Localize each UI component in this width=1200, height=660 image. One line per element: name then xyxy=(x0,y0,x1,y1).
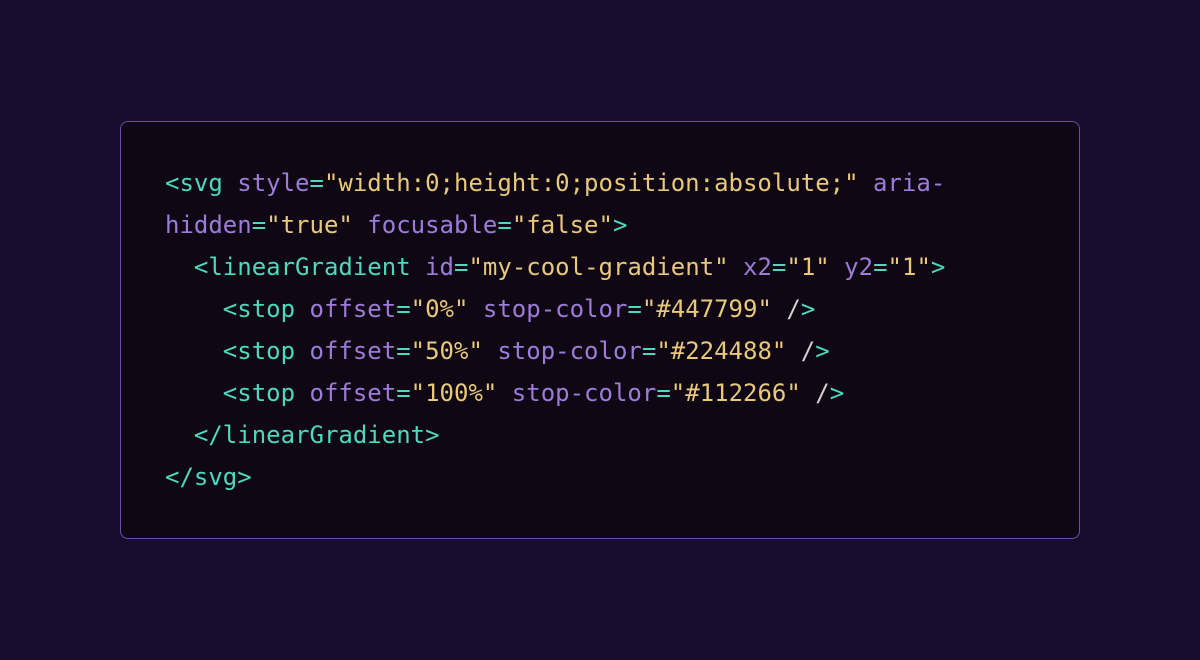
tag-stop-open: <stop xyxy=(223,295,295,323)
self-close-slash: / xyxy=(772,295,801,323)
val-x2: "1" xyxy=(786,253,829,281)
punct: = xyxy=(454,253,468,281)
punct: = xyxy=(396,379,410,407)
indent xyxy=(165,421,194,449)
punct: = xyxy=(252,211,266,239)
val-aria-hidden: "true" xyxy=(266,211,353,239)
val-style: "width:0;height:0;position:absolute;" xyxy=(324,169,859,197)
attr-focusable: focusable xyxy=(353,211,498,239)
tag-close-bracket: > xyxy=(613,211,627,239)
punct: = xyxy=(497,211,511,239)
tag-svg-open: <svg xyxy=(165,169,223,197)
indent xyxy=(165,337,223,365)
val-offset: "100%" xyxy=(411,379,498,407)
val-offset: "50%" xyxy=(411,337,483,365)
punct: = xyxy=(642,337,656,365)
attr-offset: offset xyxy=(295,379,396,407)
self-close-slash: / xyxy=(801,379,830,407)
attr-offset: offset xyxy=(295,337,396,365)
punct: = xyxy=(873,253,887,281)
tag-close-bracket: > xyxy=(931,253,945,281)
punct: = xyxy=(396,337,410,365)
tag-close-bracket: > xyxy=(830,379,844,407)
attr-y2: y2 xyxy=(830,253,873,281)
attr-x2: x2 xyxy=(729,253,772,281)
punct: = xyxy=(396,295,410,323)
attr-stop-color: stop-color xyxy=(468,295,627,323)
val-id: "my-cool-gradient" xyxy=(468,253,728,281)
tag-lineargradient-open: <linearGradient xyxy=(194,253,411,281)
tag-close-bracket: > xyxy=(801,295,815,323)
val-y2: "1" xyxy=(888,253,931,281)
tag-lineargradient-close: </linearGradient> xyxy=(194,421,440,449)
self-close-slash: / xyxy=(786,337,815,365)
attr-stop-color: stop-color xyxy=(497,379,656,407)
tag-stop-open: <stop xyxy=(223,379,295,407)
attr-offset: offset xyxy=(295,295,396,323)
val-offset: "0%" xyxy=(411,295,469,323)
code-block: <svg style="width:0;height:0;position:ab… xyxy=(120,121,1080,539)
attr-id: id xyxy=(411,253,454,281)
tag-close-bracket: > xyxy=(815,337,829,365)
val-focusable: "false" xyxy=(512,211,613,239)
attr-stop-color: stop-color xyxy=(483,337,642,365)
punct: = xyxy=(310,169,324,197)
indent xyxy=(165,253,194,281)
indent xyxy=(165,379,223,407)
punct: = xyxy=(627,295,641,323)
code-content: <svg style="width:0;height:0;position:ab… xyxy=(165,169,945,491)
tag-stop-open: <stop xyxy=(223,337,295,365)
indent xyxy=(165,295,223,323)
attr-style: style xyxy=(223,169,310,197)
tag-svg-close: </svg> xyxy=(165,463,252,491)
punct: = xyxy=(772,253,786,281)
punct: = xyxy=(656,379,670,407)
val-stop-color: "#112266" xyxy=(671,379,801,407)
val-stop-color: "#447799" xyxy=(642,295,772,323)
val-stop-color: "#224488" xyxy=(656,337,786,365)
